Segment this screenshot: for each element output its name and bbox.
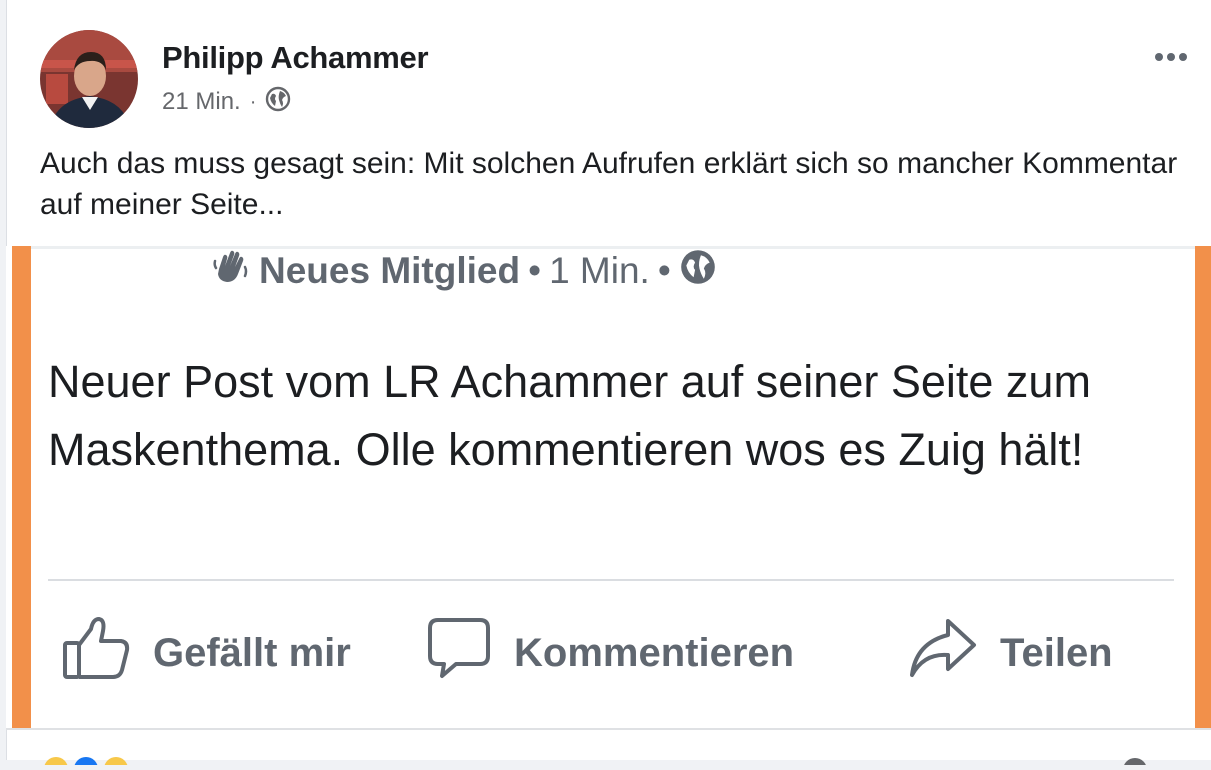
author-avatar[interactable] [40, 30, 138, 128]
shared-meta-separator: • [528, 250, 542, 291]
thumbs-up-icon [61, 615, 131, 691]
shared-divider [48, 579, 1174, 581]
meta-separator: · [249, 90, 257, 113]
reaction-icons[interactable] [42, 752, 142, 770]
like-button: Gefällt mir [61, 615, 351, 691]
shared-timestamp: 1 Min. [549, 250, 650, 291]
share-arrow-icon [908, 617, 978, 689]
waving-hand-icon [211, 247, 251, 296]
shared-author-badge: Neues Mitglied [259, 250, 521, 291]
screenshot-border-right [1195, 246, 1211, 728]
shared-post-meta: Neues Mitglied • 1 Min. • [211, 248, 717, 294]
author-name[interactable]: Philipp Achammer [162, 40, 429, 76]
post-text: Auch das muss gesagt sein: Mit solchen A… [40, 147, 1178, 221]
post-timestamp[interactable]: 21 Min. [162, 88, 241, 116]
share-label: Teilen [1000, 630, 1113, 675]
comment-label: Kommentieren [514, 630, 795, 675]
like-label: Gefällt mir [153, 630, 351, 675]
post-meta: 21 Min. · [162, 86, 291, 118]
shared-meta-separator-2: • [657, 250, 671, 291]
shared-screenshot: Neues Mitglied • 1 Min. • Neuer Post vom… [6, 246, 1211, 730]
comment-button: Kommentieren [426, 618, 794, 688]
share-button: Teilen [908, 618, 1113, 688]
more-options-icon[interactable] [1151, 44, 1191, 70]
shared-post-text: Neuer Post vom LR Achammer auf seiner Se… [48, 356, 1091, 475]
screenshot-border-left [12, 246, 31, 728]
profile-icon-partial[interactable] [1120, 752, 1150, 770]
shared-globe-icon [679, 248, 717, 295]
comment-bubble-icon [426, 616, 492, 690]
globe-icon[interactable] [265, 86, 291, 119]
